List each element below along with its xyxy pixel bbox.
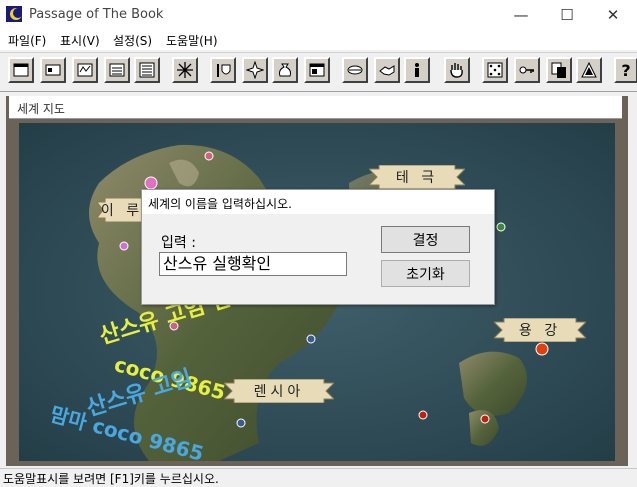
world-name-dialog: 세계의 이름을 입력하십시오. 입력 : 산스유 실행확인 결정 초기화 (141, 189, 495, 305)
ok-button[interactable]: 결정 (381, 226, 470, 253)
person-info-icon[interactable] (404, 57, 430, 83)
menu-bar: 파일(F) 표시(V) 설정(S) 도움말(H) (0, 30, 637, 50)
toolbar: ? (0, 52, 637, 92)
map-label-yonggang-text: 용 강 (518, 323, 562, 339)
input-label: 입력 : (161, 235, 196, 251)
map-label-iru-text: 이 루 (100, 203, 144, 219)
mouth-icon[interactable] (342, 57, 368, 83)
map-icon[interactable] (72, 57, 98, 83)
sparkle-icon[interactable] (172, 57, 198, 83)
world-name-input[interactable]: 산스유 실행확인 (159, 252, 347, 276)
document-icon[interactable] (134, 57, 160, 83)
key-icon[interactable] (514, 57, 540, 83)
dice-icon[interactable] (482, 57, 508, 83)
menu-view[interactable]: 표시(V) (60, 32, 100, 49)
title-bar: Passage of The Book — ☐ ✕ (0, 0, 637, 30)
hand-icon[interactable] (444, 57, 470, 83)
star-icon[interactable] (242, 57, 268, 83)
map-label-rensia[interactable]: 렌시아 (224, 379, 334, 403)
menu-help[interactable]: 도움말(H) (166, 32, 218, 49)
close-button[interactable]: ✕ (590, 0, 636, 30)
map-label-rensia-text: 렌시아 (253, 384, 305, 400)
menu-settings[interactable]: 설정(S) (113, 32, 152, 49)
minimize-button[interactable]: — (498, 0, 544, 30)
dialog-title: 세계의 이름을 입력하십시오. (148, 197, 292, 211)
copy-icon[interactable] (546, 57, 572, 83)
map-label-tek-text: 테 극 (395, 170, 439, 186)
reset-button[interactable]: 초기화 (381, 260, 470, 287)
map-label-iru[interactable]: 이 루 (97, 198, 147, 222)
torch-shield-icon[interactable] (210, 57, 236, 83)
window-icon[interactable] (8, 57, 34, 83)
bag-icon[interactable] (272, 57, 298, 83)
map-label-yonggang[interactable]: 용 강 (494, 318, 586, 342)
app-icon (6, 6, 22, 22)
map-window-title-bar: 세계 지도 (9, 96, 622, 119)
menu-file[interactable]: 파일(F) (8, 32, 46, 49)
list-icon[interactable] (104, 57, 130, 83)
panel-icon[interactable] (304, 57, 330, 83)
maximize-button[interactable]: ☐ (544, 0, 590, 30)
help-icon[interactable]: ? (614, 57, 637, 83)
map-label-tek[interactable]: 테 극 (369, 165, 465, 189)
window-title: Passage of The Book (29, 7, 164, 22)
map-window-title: 세계 지도 (17, 102, 65, 116)
status-bar: 도움말표시를 보려면 [F1]키를 누르십시오. (0, 468, 637, 486)
status-text: 도움말표시를 보려면 [F1]키를 누르십시오. (3, 472, 219, 486)
handshake-icon[interactable] (374, 57, 400, 83)
help-icon-glyph: ? (621, 60, 631, 80)
dialog-title-bar: 세계의 이름을 입력하십시오. (142, 190, 494, 214)
triangle-icon[interactable] (576, 57, 602, 83)
card-icon[interactable] (40, 57, 66, 83)
